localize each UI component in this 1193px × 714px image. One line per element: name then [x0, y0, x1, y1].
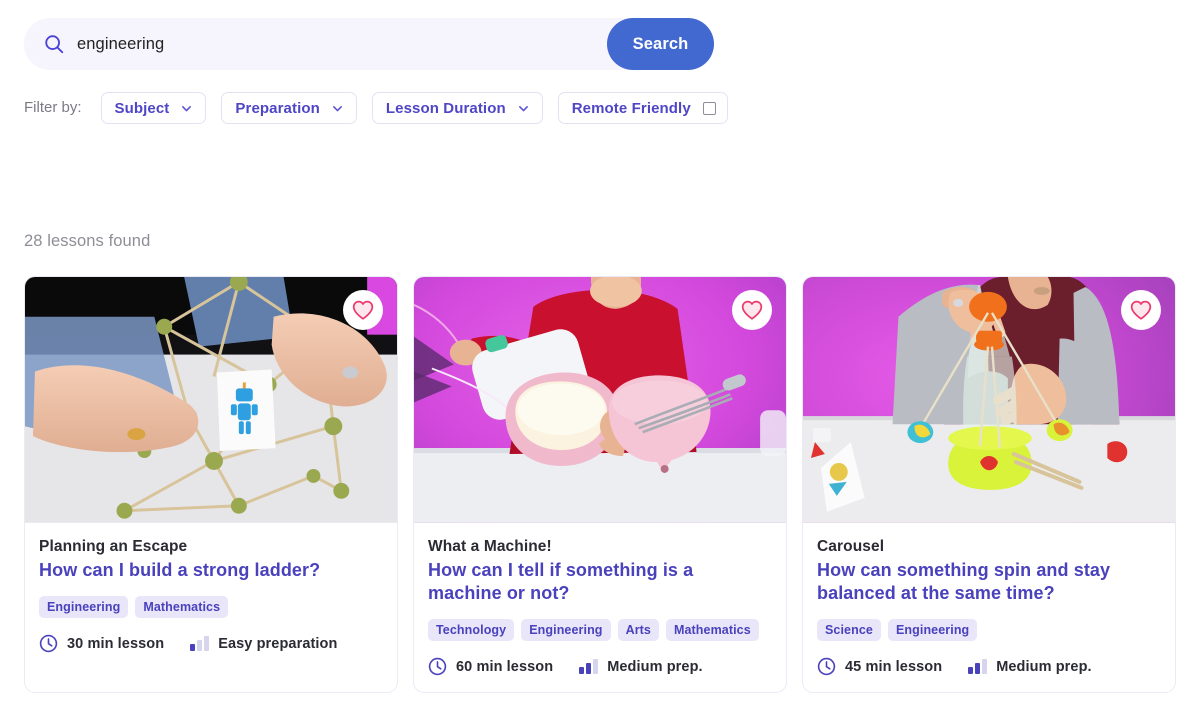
clock-icon: [39, 634, 58, 653]
lesson-tag[interactable]: Engineering: [521, 619, 611, 642]
lesson-search-page: Search Filter by: Subject Preparation Le…: [0, 0, 1193, 714]
lesson-prep-text: Medium prep.: [996, 658, 1092, 675]
lesson-thumbnail-image: [414, 277, 786, 523]
results-count: 28 lessons found: [24, 232, 151, 250]
lesson-card[interactable]: Planning an Escape How can I build a str…: [24, 276, 398, 694]
lesson-tag-list: Science Engineering: [817, 619, 1161, 642]
lesson-tag[interactable]: Technology: [428, 619, 515, 642]
lesson-duration-text: 60 min lesson: [456, 658, 554, 675]
lesson-prep: Medium prep.: [579, 658, 703, 675]
filter-dropdown-preparation[interactable]: Preparation: [221, 92, 357, 124]
lesson-tag[interactable]: Science: [817, 619, 881, 642]
lesson-title: Planning an Escape: [39, 538, 188, 555]
chevron-down-icon: [332, 105, 342, 111]
favorite-button[interactable]: [732, 290, 772, 330]
lesson-tag[interactable]: Arts: [617, 619, 659, 642]
lesson-question: How can I tell if something is a machine…: [428, 560, 694, 604]
favorite-button[interactable]: [343, 290, 383, 330]
filter-dropdown-lesson-duration[interactable]: Lesson Duration: [371, 92, 543, 124]
lesson-card-media: [25, 277, 397, 524]
filter-dropdown-lesson-duration-label: Lesson Duration: [385, 99, 506, 117]
lesson-thumbnail-image: [803, 277, 1175, 523]
chevron-down-icon: [182, 105, 192, 111]
filter-remote-friendly[interactable]: Remote Friendly: [557, 92, 728, 124]
lesson-card-grid: Planning an Escape How can I build a str…: [24, 276, 1176, 694]
lesson-thumbnail-image: [25, 277, 397, 523]
bar-level-icon: [190, 636, 210, 652]
lesson-question: How can I build a strong ladder?: [39, 560, 321, 580]
lesson-meta: 45 min lesson Medium prep.: [817, 657, 1161, 676]
lesson-tag-list: Technology Engineering Arts Mathematics: [428, 619, 772, 642]
chevron-down-icon: [518, 105, 528, 111]
bar-level-icon: [968, 659, 988, 675]
remote-friendly-checkbox[interactable]: [702, 101, 716, 115]
lesson-card[interactable]: Carousel How can something spin and stay…: [802, 276, 1176, 694]
filter-bar: Filter by: Subject Preparation Lesson Du…: [24, 92, 728, 124]
search-button[interactable]: Search: [607, 18, 714, 70]
lesson-card-body: What a Machine! How can I tell if someth…: [414, 524, 786, 692]
filter-dropdown-subject-label: Subject: [114, 99, 170, 117]
filter-by-label: Filter by:: [24, 99, 82, 116]
filter-remote-friendly-label: Remote Friendly: [571, 99, 691, 117]
search-input[interactable]: [77, 18, 617, 70]
lesson-card-media: [414, 277, 786, 524]
heart-icon: [741, 300, 763, 320]
lesson-prep-text: Easy preparation: [218, 635, 338, 652]
search-bar: Search: [24, 18, 714, 70]
lesson-duration-text: 30 min lesson: [67, 635, 165, 652]
lesson-duration: 30 min lesson: [39, 634, 164, 653]
lesson-card-body: Carousel How can something spin and stay…: [803, 524, 1175, 692]
lesson-prep: Medium prep.: [968, 658, 1092, 675]
lesson-tag[interactable]: Engineering: [887, 619, 978, 642]
lesson-prep: Easy preparation: [190, 636, 337, 652]
lesson-meta: 30 min lesson Easy preparation: [39, 634, 383, 653]
heart-icon: [352, 300, 374, 320]
lesson-tag[interactable]: Engineering: [39, 596, 129, 619]
lesson-question: How can something spin and stay balanced…: [817, 560, 1111, 604]
bar-level-icon: [579, 659, 599, 675]
filter-dropdown-preparation-label: Preparation: [235, 99, 320, 117]
lesson-tag[interactable]: Mathematics: [135, 596, 229, 619]
lesson-title: What a Machine!: [428, 538, 552, 555]
lesson-duration-text: 45 min lesson: [845, 658, 943, 675]
lesson-duration: 60 min lesson: [428, 657, 553, 676]
lesson-card-media: [803, 277, 1175, 524]
lesson-title: Carousel: [817, 538, 885, 555]
filter-dropdown-subject[interactable]: Subject: [100, 92, 207, 124]
lesson-prep-text: Medium prep.: [607, 658, 703, 675]
clock-icon: [817, 657, 836, 676]
search-icon: [45, 35, 64, 54]
heart-icon: [1130, 300, 1152, 320]
lesson-tag-list: Engineering Mathematics: [39, 596, 383, 619]
lesson-card-body: Planning an Escape How can I build a str…: [25, 524, 397, 669]
favorite-button[interactable]: [1121, 290, 1161, 330]
lesson-duration: 45 min lesson: [817, 657, 942, 676]
lesson-card[interactable]: What a Machine! How can I tell if someth…: [413, 276, 787, 694]
search-field-shell: Search: [24, 18, 714, 70]
clock-icon: [428, 657, 447, 676]
lesson-meta: 60 min lesson Medium prep.: [428, 657, 772, 676]
lesson-tag[interactable]: Mathematics: [665, 619, 759, 642]
